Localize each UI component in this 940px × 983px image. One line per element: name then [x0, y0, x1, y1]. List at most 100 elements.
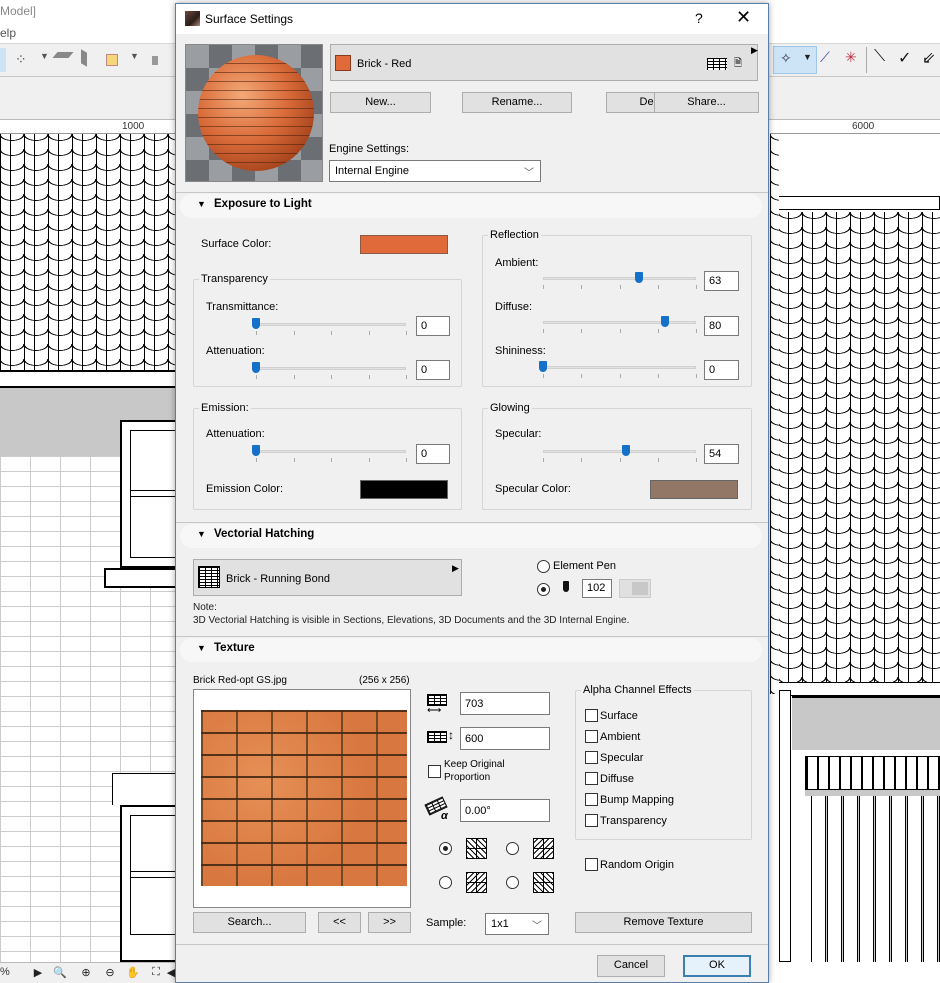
ruler-right: 6000	[770, 120, 940, 134]
dialog-titlebar[interactable]: Surface Settings ? ✕	[176, 4, 768, 34]
hatching-fill-selector[interactable]: Brick - Running Bond ▶	[193, 559, 462, 596]
zoom-out-icon[interactable]: ⊖	[100, 966, 120, 981]
pen-color-swatch[interactable]	[619, 579, 651, 598]
orientation-radio-1[interactable]	[439, 842, 452, 855]
fill-pattern-icon	[707, 58, 727, 70]
slider-thumb[interactable]	[635, 272, 644, 283]
window-head	[112, 773, 175, 805]
play-icon[interactable]: ▶	[28, 966, 48, 981]
texture-width-input[interactable]: 703	[460, 692, 550, 715]
diffuse-label: Diffuse:	[495, 301, 533, 313]
previous-texture-button[interactable]: <<	[318, 912, 361, 933]
cancel-button[interactable]: Cancel	[597, 955, 665, 977]
alpha-ambient-checkbox[interactable]	[585, 730, 598, 743]
dropdown-arrow-icon[interactable]: ▼	[130, 51, 139, 61]
emission-attenuation-slider[interactable]	[252, 445, 407, 462]
slider-thumb[interactable]	[252, 318, 260, 329]
emission-attenuation-input[interactable]: 0	[416, 444, 450, 464]
close-button[interactable]: ✕	[736, 7, 751, 28]
layers-icon[interactable]	[106, 54, 118, 66]
alpha-surface-checkbox[interactable]	[585, 709, 598, 722]
ok-button[interactable]: OK	[683, 955, 751, 977]
texture-height-input[interactable]: 600	[460, 727, 550, 750]
section-title: Texture	[214, 642, 255, 654]
transmittance-slider[interactable]	[252, 318, 407, 335]
measure-icon[interactable]: ⟋	[820, 49, 830, 66]
custom-pen-radio[interactable]	[537, 583, 550, 596]
rename-button[interactable]: Rename...	[462, 92, 572, 113]
transparency-attenuation-input[interactable]: 0	[416, 360, 450, 380]
specular-color-button[interactable]	[650, 480, 738, 499]
alpha-diffuse-checkbox[interactable]	[585, 772, 598, 785]
expand-arrow-icon[interactable]: ▶	[452, 563, 459, 574]
alpha-transparency-checkbox[interactable]	[585, 814, 598, 827]
surface-color-button[interactable]	[360, 235, 448, 254]
share-button[interactable]: Share...	[654, 92, 759, 113]
section-title: Exposure to Light	[214, 198, 312, 210]
remove-texture-button[interactable]: Remove Texture	[575, 912, 752, 933]
window-drawing	[120, 420, 175, 568]
line-icon[interactable]: ⟍	[874, 48, 885, 66]
dropdown-arrow-icon[interactable]: ▼	[803, 52, 812, 62]
dropdown-arrow-icon[interactable]: ▼	[40, 51, 49, 61]
wall-icon[interactable]	[81, 49, 87, 67]
help-button[interactable]: ?	[695, 10, 703, 26]
ambient-input[interactable]: 63	[704, 271, 739, 291]
check-icon[interactable]: ✓	[898, 48, 911, 68]
specular-slider[interactable]	[543, 445, 697, 462]
pen-number-input[interactable]: 102	[582, 579, 612, 598]
hatching-section-header[interactable]: ▼ Vectorial Hatching	[180, 524, 762, 548]
exposure-section-header[interactable]: ▼ Exposure to Light	[180, 194, 762, 218]
ruler-label: 1000	[122, 121, 145, 132]
slider-thumb[interactable]	[621, 445, 630, 456]
toolbar-selected-tool[interactable]	[0, 48, 6, 72]
expand-arrow-icon[interactable]: ▶	[751, 45, 758, 56]
shininess-input[interactable]: 0	[704, 360, 739, 380]
document-icon: 🗎	[734, 58, 743, 69]
slider-thumb[interactable]	[661, 316, 670, 327]
ambient-slider[interactable]	[543, 272, 697, 289]
slider-thumb[interactable]	[539, 361, 547, 372]
transmittance-input[interactable]: 0	[416, 316, 450, 336]
new-button[interactable]: New...	[330, 92, 431, 113]
marquee-icon[interactable]: ⁘	[15, 51, 27, 68]
gravity-icon[interactable]: ✳	[845, 49, 857, 66]
window-sill	[104, 568, 175, 588]
alpha-option-label: Transparency	[600, 815, 667, 827]
texture-section-header[interactable]: ▼ Texture	[180, 638, 762, 662]
keep-proportion-checkbox[interactable]	[428, 765, 441, 778]
slider-thumb[interactable]	[252, 445, 260, 456]
pen-icon[interactable]	[152, 56, 158, 65]
fit-zoom-icon[interactable]: ⛶	[146, 966, 166, 981]
zoom-in-icon[interactable]: ⊕	[76, 966, 96, 981]
zoom-level[interactable]: %	[0, 966, 10, 978]
emission-color-button[interactable]	[360, 480, 448, 499]
surface-selector[interactable]: Brick - Red 🗎 ▶	[330, 44, 758, 81]
slider-thumb[interactable]	[252, 362, 260, 373]
next-texture-button[interactable]: >>	[368, 912, 411, 933]
pan-hand-icon[interactable]: ✋	[123, 966, 143, 981]
element-pen-radio[interactable]	[537, 560, 550, 573]
transparency-attenuation-slider[interactable]	[252, 362, 407, 379]
orientation-pattern-icon-3	[466, 872, 487, 893]
alpha-specular-checkbox[interactable]	[585, 751, 598, 764]
sample-dropdown[interactable]: 1x1 ﹀	[485, 913, 549, 935]
shininess-slider[interactable]	[539, 361, 697, 378]
orientation-radio-2[interactable]	[506, 842, 519, 855]
collapse-triangle-icon: ▼	[197, 643, 206, 653]
orientation-radio-3[interactable]	[439, 876, 452, 889]
search-button[interactable]: Search...	[193, 912, 306, 933]
texture-angle-input[interactable]: 0.00°	[460, 799, 550, 822]
arrow-icon[interactable]: ⇙	[922, 48, 935, 68]
specular-color-label: Specular Color:	[495, 483, 571, 495]
brick-texture-image	[201, 710, 407, 886]
alpha-bump-mapping-checkbox[interactable]	[585, 793, 598, 806]
orientation-radio-4[interactable]	[506, 876, 519, 889]
slab-icon[interactable]	[52, 52, 74, 58]
specular-input[interactable]: 54	[704, 444, 739, 464]
diffuse-input[interactable]: 80	[704, 316, 739, 336]
engine-settings-dropdown[interactable]: Internal Engine ﹀	[329, 160, 541, 182]
random-origin-checkbox[interactable]	[585, 858, 598, 871]
zoom-plus-minus-icon[interactable]: 🔍	[50, 966, 70, 981]
diffuse-slider[interactable]	[543, 316, 697, 333]
